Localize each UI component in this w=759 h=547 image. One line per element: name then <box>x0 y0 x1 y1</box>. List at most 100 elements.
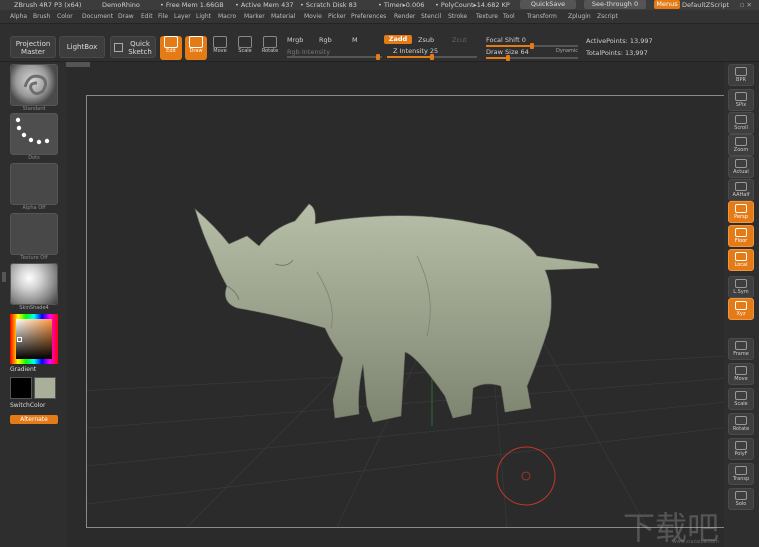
shelf-persp-button[interactable]: Persp <box>728 201 754 223</box>
z-intensity-slider[interactable] <box>387 54 477 60</box>
color-picker[interactable] <box>10 314 58 364</box>
menu-texture[interactable]: Texture <box>476 13 498 20</box>
tool-rotate-button[interactable]: Rotate <box>259 36 281 60</box>
timer: • Timer▸0.006 <box>378 1 425 9</box>
shelf-scroll-button[interactable]: Scroll <box>728 112 754 134</box>
menu-preferences[interactable]: Preferences <box>351 13 386 20</box>
menu-marker[interactable]: Marker <box>244 13 265 20</box>
scale-icon <box>735 391 747 400</box>
secondary-color-swatch[interactable] <box>34 377 56 399</box>
quick-sketch-button[interactable]: Quick Sketch <box>110 36 156 58</box>
viewport-scene[interactable] <box>87 96 725 527</box>
projection-master-button[interactable]: Projection Master <box>10 36 56 58</box>
alpha-thumbnail[interactable] <box>10 163 58 205</box>
shelf-floor-button[interactable]: Floor <box>728 225 754 247</box>
shelf-button-label: BPR <box>736 77 746 83</box>
shelf-button-label: L.Sym <box>733 289 749 295</box>
scratch-disk: • Scratch Disk 83 <box>300 1 357 9</box>
shelf-solo-button[interactable]: Solo <box>728 488 754 510</box>
shelf-bpr-button[interactable]: BPR <box>728 64 754 86</box>
move-icon <box>213 36 227 48</box>
rgb-intensity-slider[interactable] <box>287 54 382 60</box>
menu-document[interactable]: Document <box>82 13 113 20</box>
focal-shift-slider[interactable] <box>486 43 578 49</box>
active-points: ActivePoints: 13,997 <box>586 37 653 45</box>
shelf-actual-button[interactable]: Actual <box>728 156 754 178</box>
shelf-rotate-button[interactable]: Rotate <box>728 413 754 435</box>
shelf-move-button[interactable]: Move <box>728 363 754 385</box>
draw-size-value: 64 <box>520 48 529 56</box>
menu-zplugin[interactable]: Zplugin <box>568 13 591 20</box>
shelf-polyf-button[interactable]: PolyF <box>728 438 754 460</box>
menu-stencil[interactable]: Stencil <box>421 13 441 20</box>
mrgb-button[interactable]: Mrgb <box>287 36 303 44</box>
texture-thumbnail[interactable] <box>10 213 58 255</box>
menu-edit[interactable]: Edit <box>141 13 153 20</box>
menu-macro[interactable]: Macro <box>218 13 236 20</box>
menu-transform[interactable]: Transform <box>527 13 557 20</box>
tool-scale-button[interactable]: Scale <box>234 36 256 60</box>
zcut-button[interactable]: Zcut <box>452 36 467 44</box>
quicksave-button[interactable]: QuickSave <box>520 0 576 9</box>
standard-brush-icon <box>23 74 48 96</box>
shelf-scale-button[interactable]: Scale <box>728 388 754 410</box>
title-bar: ZBrush 4R7 P3 (x64) DemoRhino • Free Mem… <box>0 0 759 10</box>
menu-stroke[interactable]: Stroke <box>448 13 467 20</box>
menu-render[interactable]: Render <box>394 13 415 20</box>
main-color-swatch[interactable] <box>10 377 32 399</box>
menu-draw[interactable]: Draw <box>118 13 134 20</box>
tool-label: Edit <box>166 48 176 54</box>
canvas-scroll-handle[interactable] <box>66 62 90 67</box>
menu-movie[interactable]: Movie <box>304 13 322 20</box>
solo-icon <box>735 491 747 500</box>
alternate-button[interactable]: Alternate <box>10 415 58 424</box>
menu-layer[interactable]: Layer <box>174 13 191 20</box>
window-controls-icon[interactable]: ▫ ✕ <box>740 0 752 10</box>
default-zscript-button[interactable]: DefaultZScript <box>682 0 729 10</box>
rgb-button[interactable]: Rgb <box>319 36 332 44</box>
brush-cursor-icon <box>496 446 556 506</box>
menus-button[interactable]: Menus <box>654 0 680 9</box>
menu-material[interactable]: Material <box>271 13 295 20</box>
brush-label: Standard <box>22 106 46 112</box>
m-button[interactable]: M <box>352 36 358 44</box>
zadd-button[interactable]: Zadd <box>384 35 412 44</box>
shelf-transp-button[interactable]: Transp <box>728 463 754 485</box>
menu-picker[interactable]: Picker <box>328 13 346 20</box>
zsub-button[interactable]: Zsub <box>418 36 434 44</box>
lsym-icon <box>735 279 747 288</box>
see-through-slider[interactable]: See-through 0 <box>584 0 646 9</box>
shelf-button-label: Scroll <box>734 125 748 131</box>
switch-color-button[interactable]: SwitchColor <box>10 402 46 409</box>
lightbox-button[interactable]: LightBox <box>59 36 105 58</box>
tool-move-button[interactable]: Move <box>209 36 231 60</box>
menu-alpha[interactable]: Alpha <box>10 13 27 20</box>
draw-size-label-text: Draw Size <box>486 48 519 56</box>
menu-file[interactable]: File <box>158 13 168 20</box>
shelf-frame-button[interactable]: Frame <box>728 338 754 360</box>
brush-thumbnail[interactable] <box>10 64 58 106</box>
menu-color[interactable]: Color <box>57 13 73 20</box>
tool-edit-button[interactable]: Edit <box>160 36 182 60</box>
shelf-lsym-button[interactable]: L.Sym <box>728 276 754 298</box>
menu-zscript[interactable]: Zscript <box>597 13 618 20</box>
draw-size-slider[interactable] <box>486 55 578 61</box>
shelf-spix-button[interactable]: SPix <box>728 89 754 111</box>
shelf-xyz-button[interactable]: Xyz <box>728 298 754 320</box>
material-thumbnail[interactable] <box>10 263 58 305</box>
color-picker-cursor-icon[interactable] <box>17 337 22 342</box>
left-tray-toggle-icon[interactable] <box>2 272 6 282</box>
rhino-model[interactable] <box>194 203 600 423</box>
shelf-zoom-button[interactable]: Zoom <box>728 134 754 156</box>
menu-light[interactable]: Light <box>196 13 211 20</box>
shelf-local-button[interactable]: Local <box>728 249 754 271</box>
stroke-thumbnail[interactable] <box>10 113 58 155</box>
tool-draw-button[interactable]: Draw <box>185 36 207 60</box>
dynamic-button[interactable]: Dynamic <box>556 48 578 54</box>
transp-icon <box>735 466 747 475</box>
menu-brush[interactable]: Brush <box>33 13 50 20</box>
shelf-aahalf-button[interactable]: AAHalf <box>728 179 754 201</box>
menu-tool[interactable]: Tool <box>503 13 515 20</box>
quick-sketch-label: Quick Sketch <box>128 40 152 56</box>
menu-bar: Alpha Brush Color Document Draw Edit File Layer… <box>0 10 759 24</box>
